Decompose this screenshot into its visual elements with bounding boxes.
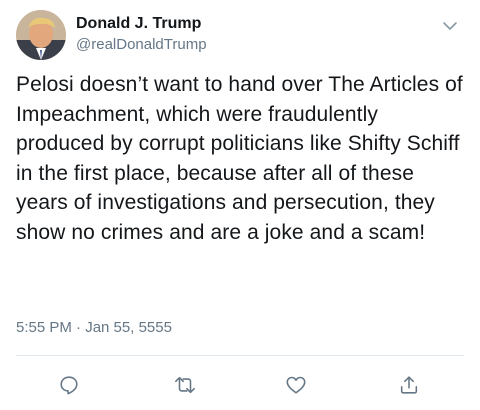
- retweet-icon: [175, 376, 195, 394]
- retweet-button[interactable]: [170, 370, 200, 400]
- tweet-text: Pelosi doesn’t want to hand over The Art…: [16, 73, 463, 244]
- profile-photo-icon: [16, 10, 66, 60]
- author-names: Donald J. Trump @realDonaldTrump: [76, 14, 207, 55]
- share-icon: [400, 376, 418, 394]
- divider: [16, 355, 464, 356]
- chevron-down-icon[interactable]: [440, 16, 460, 36]
- author-handle[interactable]: @realDonaldTrump: [76, 35, 207, 55]
- action-bar: [0, 370, 480, 400]
- tweet-header: Donald J. Trump @realDonaldTrump: [16, 10, 464, 60]
- display-name[interactable]: Donald J. Trump: [76, 14, 207, 34]
- tweet-card: Donald J. Trump @realDonaldTrump Pelosi …: [0, 0, 480, 410]
- heart-icon: [286, 376, 306, 394]
- tweet-timestamp[interactable]: 5:55 PM · Jan 55, 5555: [16, 318, 172, 338]
- avatar[interactable]: [16, 10, 66, 60]
- share-button[interactable]: [394, 370, 424, 400]
- like-button[interactable]: [281, 370, 311, 400]
- reply-icon: [60, 376, 78, 395]
- reply-button[interactable]: [54, 370, 84, 400]
